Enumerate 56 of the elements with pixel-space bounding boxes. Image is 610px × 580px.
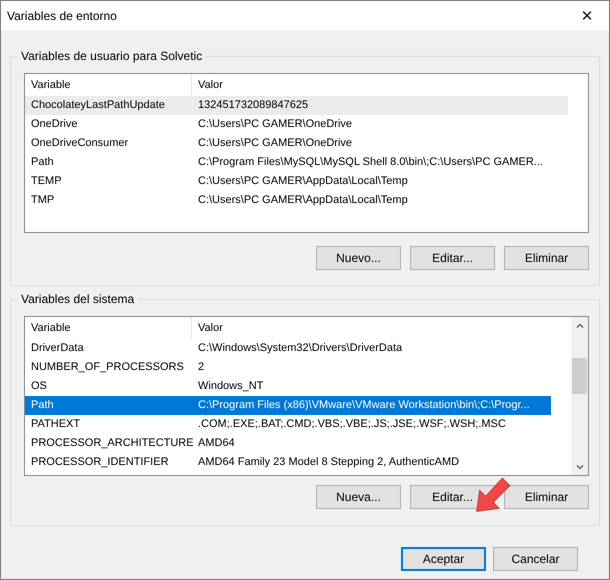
list-row[interactable]: NUMBER_OF_PROCESSORS 2: [25, 358, 551, 377]
scroll-thumb[interactable]: [572, 358, 587, 394]
variable-name: PROCESSOR_IDENTIFIER: [30, 455, 170, 470]
column-header[interactable]: Variable: [25, 317, 192, 339]
variable-value: AMD64: [197, 436, 236, 451]
list-row[interactable]: Path C:\Program Files\MySQL\MySQL Shell 8.0\bin\;C:\Users\PC GAMER...: [25, 153, 568, 172]
dialog-button[interactable]: Aceptar: [401, 547, 486, 571]
variable-value: C:\Users\PC GAMER\AppData\Local\Temp: [197, 174, 409, 189]
variable-name: Path: [30, 155, 55, 170]
scroll-down-icon[interactable]: [574, 462, 584, 472]
variable-name: Path: [30, 398, 55, 413]
variable-value: C:\Users\PC GAMER\OneDrive: [197, 136, 354, 151]
dialog-button[interactable]: Nuevo...: [316, 246, 401, 270]
window-title: Variables de entorno: [7, 8, 117, 22]
group-title: Variables de usuario para Solvetic: [18, 49, 206, 63]
variable-name: PROCESSOR_ARCHITECTURE: [30, 436, 192, 451]
list-row[interactable]: PROCESSOR_ARCHITECTURE AMD64: [25, 434, 551, 453]
list-row[interactable]: PATHEXT .COM;.EXE;.BAT;.CMD;.VBS;.VBE;.JS;.JSE;.WSF;.WSH;.MSC: [25, 415, 551, 434]
variable-value: C:\Users\PC GAMER\OneDrive: [197, 117, 354, 132]
variable-name: DriverData: [30, 341, 85, 356]
variable-name: ChocolateyLastPathUpdate: [30, 98, 166, 113]
variable-value: C:\Users\PC GAMER\AppData\Local\Temp: [197, 193, 409, 208]
variable-name: TEMP: [30, 174, 63, 189]
variable-value: AMD64 Family 23 Model 8 Stepping 2, AuthenticAMD: [197, 455, 460, 470]
list-row[interactable]: OS Windows_NT: [25, 377, 551, 396]
variable-value: C:\Program Files (x86)\VMware\VMware Workstation\bin\;C:\Progr...: [197, 398, 531, 413]
pointer-arrow: [475, 475, 513, 513]
variable-value: .COM;.EXE;.BAT;.CMD;.VBS;.VBE;.JS;.JSE;.WSF;.WSH;.MSC: [197, 417, 507, 432]
list-row[interactable]: OneDrive C:\Users\PC GAMER\OneDrive: [25, 115, 568, 134]
variable-value: 132451732089847625: [197, 98, 310, 113]
list-row[interactable]: ChocolateyLastPathUpdate 132451732089847625: [25, 96, 568, 115]
list-row[interactable]: DriverData C:\Windows\System32\Drivers\DriverData: [25, 339, 551, 358]
dialog-button[interactable]: Editar...: [410, 246, 495, 270]
list-row[interactable]: TMP C:\Users\PC GAMER\AppData\Local\Temp: [25, 191, 568, 210]
variable-value: 2: [197, 360, 206, 375]
variable-name: PATHEXT: [30, 417, 82, 432]
list-row[interactable]: PROCESSOR_IDENTIFIER AMD64 Family 23 Model 8 Stepping 2, AuthenticAMD: [25, 453, 551, 472]
variable-name: OS: [30, 379, 48, 394]
column-header[interactable]: Valor: [192, 317, 571, 339]
variable-name: NUMBER_OF_PROCESSORS: [30, 360, 185, 375]
list-row[interactable]: Path C:\Program Files (x86)\VMware\VMware Workstation\bin\;C:\Progr...: [25, 396, 551, 415]
scrollbar[interactable]: [571, 317, 588, 475]
list-row[interactable]: OneDriveConsumer C:\Users\PC GAMER\OneDrive: [25, 134, 568, 153]
column-header[interactable]: Valor: [192, 74, 588, 96]
variable-value: C:\Program Files\MySQL\MySQL Shell 8.0\bin\;C:\Users\PC GAMER...: [197, 155, 544, 170]
dialog-button[interactable]: Cancelar: [493, 547, 578, 571]
variable-name: OneDriveConsumer: [30, 136, 130, 151]
variable-value: Windows_NT: [197, 379, 264, 394]
variable-name: TMP: [30, 193, 56, 208]
list-row[interactable]: TEMP C:\Users\PC GAMER\AppData\Local\Temp: [25, 172, 568, 191]
variable-name: OneDrive: [30, 117, 78, 132]
dialog-button[interactable]: Nueva...: [316, 485, 401, 509]
dialog-button[interactable]: Eliminar: [504, 485, 589, 509]
group-title: Variables del sistema: [18, 292, 138, 306]
variable-value: C:\Windows\System32\Drivers\DriverData: [197, 341, 404, 356]
dialog-button[interactable]: Eliminar: [504, 246, 589, 270]
